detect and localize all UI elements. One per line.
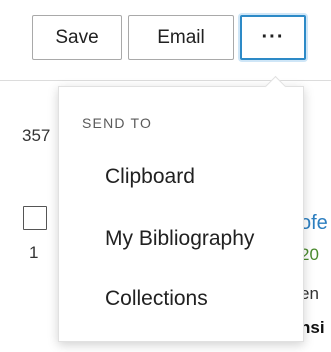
more-actions-button[interactable]: ··· <box>240 15 306 60</box>
send-to-collections[interactable]: Collections <box>105 287 208 311</box>
result-select-checkbox[interactable] <box>23 206 47 230</box>
send-to-my-bibliography[interactable]: My Bibliography <box>105 227 254 251</box>
result-title-link[interactable]: ofe <box>300 212 328 235</box>
send-to-heading: SEND TO <box>82 115 153 131</box>
save-button[interactable]: Save <box>32 15 122 60</box>
send-to-clipboard[interactable]: Clipboard <box>105 165 195 189</box>
results-count: 357 <box>22 126 51 145</box>
send-to-dropdown: SEND TO Clipboard My Bibliography Collec… <box>58 86 304 342</box>
result-index: 1 <box>29 243 39 262</box>
actions-toolbar: Save Email ··· <box>0 0 331 80</box>
email-button[interactable]: Email <box>128 15 234 60</box>
